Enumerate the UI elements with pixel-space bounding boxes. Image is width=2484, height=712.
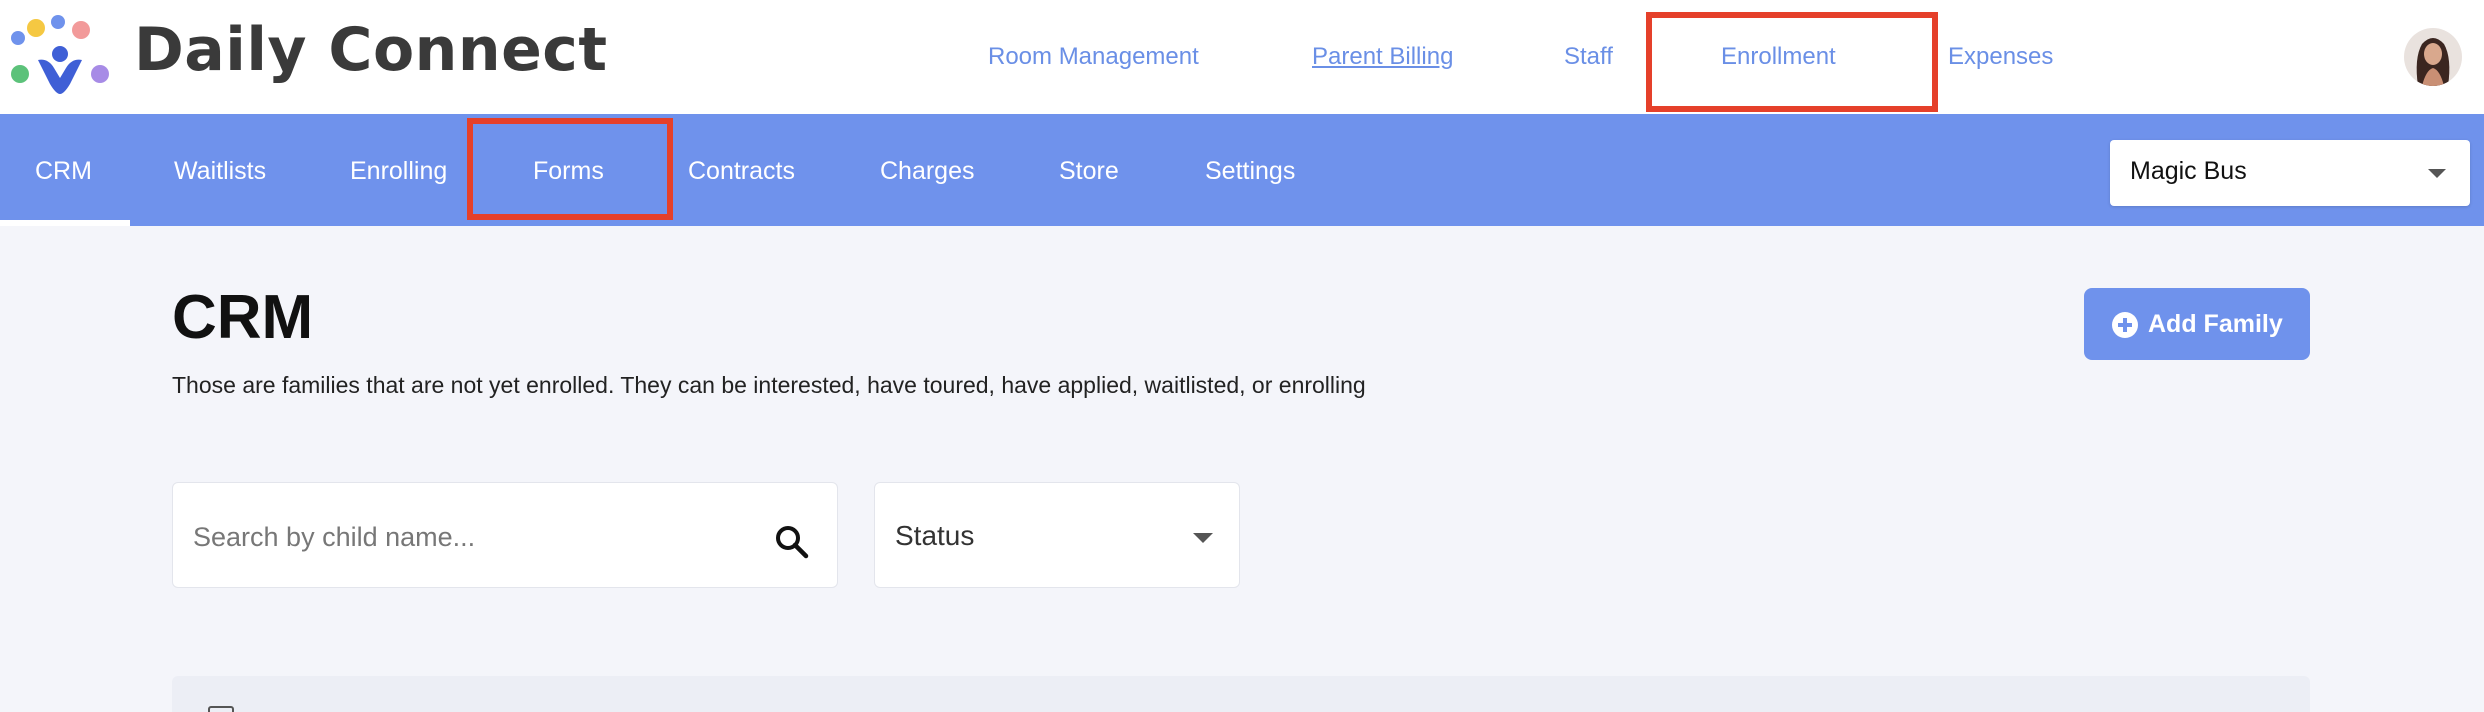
tab-charges[interactable]: Charges: [880, 154, 975, 188]
tab-enrolling[interactable]: Enrolling: [350, 154, 447, 188]
location-select[interactable]: Magic Bus: [2110, 140, 2470, 206]
tab-forms[interactable]: Forms: [533, 154, 604, 188]
tab-crm[interactable]: CRM: [35, 154, 92, 188]
search-input[interactable]: [193, 517, 733, 557]
brand-name: Daily Connect: [134, 15, 608, 85]
avatar[interactable]: [2404, 28, 2462, 86]
topnav-room-management[interactable]: Room Management: [988, 40, 1199, 74]
tab-store[interactable]: Store: [1059, 154, 1119, 188]
topnav-parent-billing[interactable]: Parent Billing: [1312, 40, 1453, 74]
page-description: Those are families that are not yet enro…: [172, 372, 1366, 398]
tab-waitlists[interactable]: Waitlists: [174, 154, 266, 188]
add-family-label: Add Family: [2148, 310, 2283, 338]
tab-contracts[interactable]: Contracts: [688, 154, 795, 188]
location-select-value: Magic Bus: [2130, 157, 2247, 185]
search-icon[interactable]: [774, 524, 810, 560]
top-header: Daily Connect Room Management Parent Bil…: [0, 0, 2484, 114]
chevron-down-icon: [2428, 169, 2446, 178]
table-header: [172, 676, 2310, 712]
topnav-staff[interactable]: Staff: [1564, 40, 1613, 74]
plus-circle-icon: [2112, 312, 2138, 338]
select-all-checkbox[interactable]: [208, 706, 234, 712]
topnav-enrollment[interactable]: Enrollment: [1721, 40, 1836, 74]
status-filter[interactable]: Status: [874, 482, 1240, 588]
add-family-button[interactable]: Add Family: [2084, 288, 2310, 360]
tab-settings[interactable]: Settings: [1205, 154, 1295, 188]
status-filter-value: Status: [895, 520, 975, 551]
topnav-expenses[interactable]: Expenses: [1948, 40, 2053, 74]
logo-people-icon[interactable]: [8, 14, 112, 98]
page-title: CRM: [172, 283, 314, 352]
chevron-down-icon: [1193, 533, 1213, 543]
search-field[interactable]: [172, 482, 838, 588]
active-tab-indicator: [0, 220, 130, 226]
